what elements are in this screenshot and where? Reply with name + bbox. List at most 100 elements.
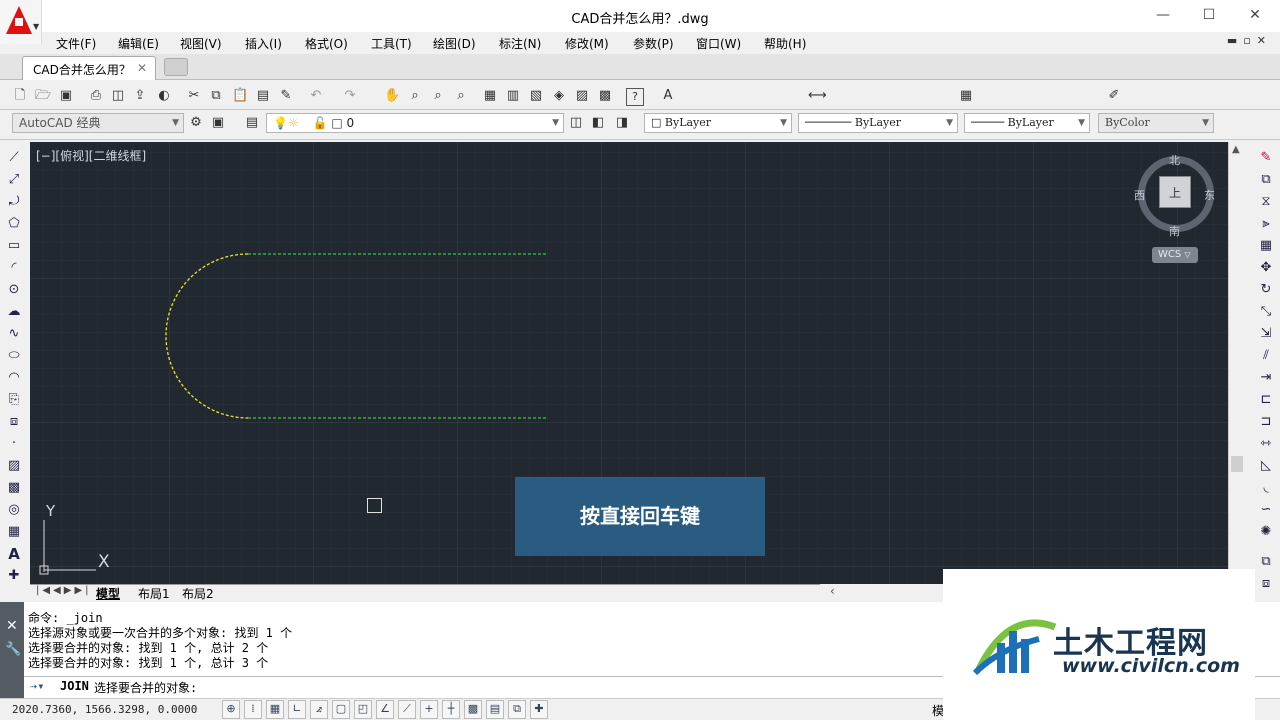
- menu-window[interactable]: 窗口(W): [696, 35, 741, 52]
- stretch-icon[interactable]: ⇲: [1258, 326, 1274, 342]
- ortho-mode-icon[interactable]: ∟: [288, 700, 306, 719]
- ellipse-icon[interactable]: ⬭: [6, 348, 22, 364]
- lineweight-select[interactable]: ───── ByLayer ▼: [964, 113, 1090, 133]
- print-icon[interactable]: ⎙: [88, 88, 104, 104]
- command-window-handle[interactable]: ✕ 🔧: [0, 602, 24, 698]
- selection-cycling-icon[interactable]: ⧉: [508, 700, 526, 719]
- maximize-button[interactable]: ☐: [1186, 4, 1232, 28]
- tab-layout1[interactable]: 布局1: [138, 585, 170, 602]
- mirror-icon[interactable]: ⧖: [1258, 194, 1274, 210]
- zoom-window-icon[interactable]: ⌕: [430, 88, 446, 104]
- compass-south[interactable]: 南: [1169, 223, 1180, 239]
- compass-north[interactable]: 北: [1169, 152, 1180, 168]
- menu-file[interactable]: 文件(F): [56, 35, 96, 52]
- ellipse-arc-icon[interactable]: ◠: [6, 370, 22, 386]
- linetype-select[interactable]: ─────── ByLayer ▼: [798, 113, 958, 133]
- menu-view[interactable]: 视图(V): [180, 35, 222, 52]
- layer-properties-icon[interactable]: ▤: [244, 115, 260, 131]
- application-menu-button[interactable]: ▼: [0, 0, 42, 44]
- menu-parameters[interactable]: 参数(P): [633, 35, 674, 52]
- menu-tools[interactable]: 工具(T): [371, 35, 412, 52]
- undo-icon[interactable]: ↶: [308, 88, 324, 104]
- close-button[interactable]: ✕: [1232, 4, 1278, 28]
- polyline-icon[interactable]: ⤾: [6, 194, 22, 210]
- cut-icon[interactable]: ✂: [186, 88, 202, 104]
- plotstyle-select[interactable]: ByColor ▼: [1098, 113, 1214, 133]
- layer-state-icon[interactable]: ◨: [614, 115, 630, 131]
- dynamic-ucs-icon[interactable]: ⟋: [398, 700, 416, 719]
- snap-mode-icon[interactable]: ⁞: [244, 700, 262, 719]
- offset-icon[interactable]: ⫸: [1258, 216, 1274, 232]
- explode-icon[interactable]: ✺: [1258, 524, 1274, 540]
- blend-curves-icon[interactable]: ∽: [1258, 502, 1274, 518]
- compass-west[interactable]: 西: [1134, 187, 1145, 203]
- layer-previous-icon[interactable]: ◧: [590, 115, 606, 131]
- array-icon[interactable]: ▦: [1258, 238, 1274, 254]
- calculator-icon[interactable]: ▩: [597, 88, 613, 104]
- bring-to-front-icon[interactable]: ⧈: [1258, 576, 1274, 592]
- revision-cloud-icon[interactable]: ☁: [6, 304, 22, 320]
- menu-modify[interactable]: 修改(M): [565, 35, 609, 52]
- object-snap-icon[interactable]: ▢: [332, 700, 350, 719]
- viewcube-top-face[interactable]: 上: [1159, 176, 1191, 208]
- design-center-icon[interactable]: ▥: [505, 88, 521, 104]
- sheet-set-icon[interactable]: ◈: [551, 88, 567, 104]
- make-block-icon[interactable]: ⧈: [6, 414, 22, 430]
- vertical-scroll-thumb[interactable]: [1231, 456, 1243, 472]
- polar-tracking-icon[interactable]: ⦨: [310, 700, 328, 719]
- menu-insert[interactable]: 插入(I): [245, 35, 282, 52]
- copy-object-icon[interactable]: ⧉: [1258, 172, 1274, 188]
- rotate-icon[interactable]: ↻: [1258, 282, 1274, 298]
- insert-block-icon[interactable]: ⎘: [6, 392, 22, 408]
- workspace-settings-icon[interactable]: ▣: [210, 115, 226, 131]
- new-file-icon[interactable]: 🗋: [12, 88, 28, 104]
- zoom-previous-icon[interactable]: ⌕: [453, 88, 469, 104]
- help-icon[interactable]: ?: [626, 88, 644, 106]
- point-icon[interactable]: ·: [6, 436, 22, 452]
- table-icon[interactable]: ▦: [6, 524, 22, 540]
- scroll-left-icon[interactable]: ‹: [830, 584, 835, 598]
- block-editor-icon[interactable]: ✎: [278, 88, 294, 104]
- gear-icon[interactable]: ⚙: [188, 115, 204, 131]
- break-at-point-icon[interactable]: ⊏: [1258, 392, 1274, 408]
- region-icon[interactable]: ◎: [6, 502, 22, 518]
- scale-icon[interactable]: ⤡: [1258, 304, 1274, 320]
- hatch-icon[interactable]: ▨: [6, 458, 22, 474]
- menu-draw[interactable]: 绘图(D): [433, 35, 476, 52]
- transparency-icon[interactable]: ▩: [464, 700, 482, 719]
- quick-properties-icon[interactable]: ▤: [486, 700, 504, 719]
- multiline-text-icon[interactable]: A: [6, 546, 22, 562]
- infer-constraints-icon[interactable]: ⊕: [222, 700, 240, 719]
- document-window-controls[interactable]: ▬▫✕: [1227, 34, 1272, 47]
- wcs-menu-button[interactable]: WCS ▽: [1152, 247, 1198, 263]
- wrench-icon[interactable]: 🔧: [5, 642, 21, 657]
- viewport-controls-label[interactable]: [−][俯视][二维线框]: [36, 147, 146, 164]
- fillet-icon[interactable]: ◟: [1258, 480, 1274, 496]
- add-selected-icon[interactable]: ✚: [6, 568, 22, 584]
- rectangle-icon[interactable]: ▭: [6, 238, 22, 254]
- 3d-object-snap-icon[interactable]: ◰: [354, 700, 372, 719]
- erase-icon[interactable]: ✎: [1258, 150, 1274, 166]
- 3d-publish-icon[interactable]: ◐: [156, 88, 172, 104]
- menu-dimension[interactable]: 标注(N): [499, 35, 541, 52]
- new-tab-button[interactable]: [164, 58, 188, 76]
- publish-icon[interactable]: ⇪: [132, 88, 148, 104]
- save-icon[interactable]: ▣: [58, 88, 74, 104]
- properties-icon[interactable]: ▦: [482, 88, 498, 104]
- menu-edit[interactable]: 编辑(E): [118, 35, 159, 52]
- menu-format[interactable]: 格式(O): [305, 35, 348, 52]
- zoom-realtime-icon[interactable]: ⌕: [407, 88, 423, 104]
- arc-segment[interactable]: [165, 253, 249, 419]
- close-icon[interactable]: ✕: [137, 61, 147, 75]
- match-properties-icon[interactable]: ▤: [255, 88, 271, 104]
- minimize-button[interactable]: —: [1140, 4, 1186, 28]
- spline-icon[interactable]: ∿: [6, 326, 22, 342]
- close-icon[interactable]: ✕: [6, 618, 18, 634]
- circle-icon[interactable]: ⊙: [6, 282, 22, 298]
- make-current-layer-icon[interactable]: ◫: [568, 115, 584, 131]
- paste-icon[interactable]: 📋: [232, 88, 248, 104]
- color-select[interactable]: □ ByLayer ▼: [644, 113, 792, 133]
- tab-document[interactable]: CAD合并怎么用？ ✕: [22, 56, 156, 80]
- print-preview-icon[interactable]: ◫: [110, 88, 126, 104]
- chamfer-icon[interactable]: ◺: [1258, 458, 1274, 474]
